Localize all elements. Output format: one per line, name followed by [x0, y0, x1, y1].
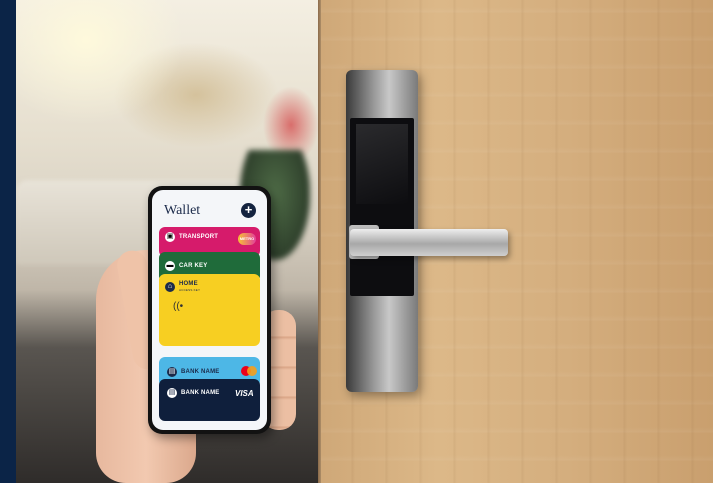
metro-badge: METRO [238, 233, 256, 245]
phone-screen: Wallet + ▣ TRANSPORT METRO ▬ CAR KEY ⌂ H… [152, 190, 267, 430]
mastercard-icon [241, 366, 257, 376]
card-label: HOME [179, 281, 198, 287]
bank-icon: ▤ [167, 367, 177, 377]
card-label: BANK NAME [181, 390, 220, 396]
card-label: TRANSPORT [179, 234, 219, 240]
door-lever-handle [350, 229, 508, 256]
add-card-button[interactable]: + [241, 203, 256, 218]
card-label: BANK NAME [181, 369, 220, 375]
wallet-title: Wallet [164, 203, 201, 218]
car-icon: ▬ [165, 261, 175, 271]
bus-icon: ▣ [165, 232, 175, 242]
wallet-card-home[interactable]: ⌂ HOME ACCESS KEY ((• [159, 274, 260, 346]
home-icon: ⌂ [165, 282, 175, 292]
bank-icon: ▤ [167, 388, 177, 398]
photo-scene: Wallet + ▣ TRANSPORT METRO ▬ CAR KEY ⌂ H… [0, 0, 713, 483]
smartphone: Wallet + ▣ TRANSPORT METRO ▬ CAR KEY ⌂ H… [148, 186, 271, 434]
wallet-card-bank-visa[interactable]: ▤ BANK NAME VISA [159, 379, 260, 421]
left-accent-bar [0, 0, 16, 483]
visa-logo: VISA [235, 389, 254, 398]
card-sublabel: ACCESS KEY [179, 288, 201, 292]
smart-lock-panel [350, 118, 414, 296]
nfc-icon: ((• [173, 301, 184, 312]
card-label: CAR KEY [179, 263, 208, 269]
